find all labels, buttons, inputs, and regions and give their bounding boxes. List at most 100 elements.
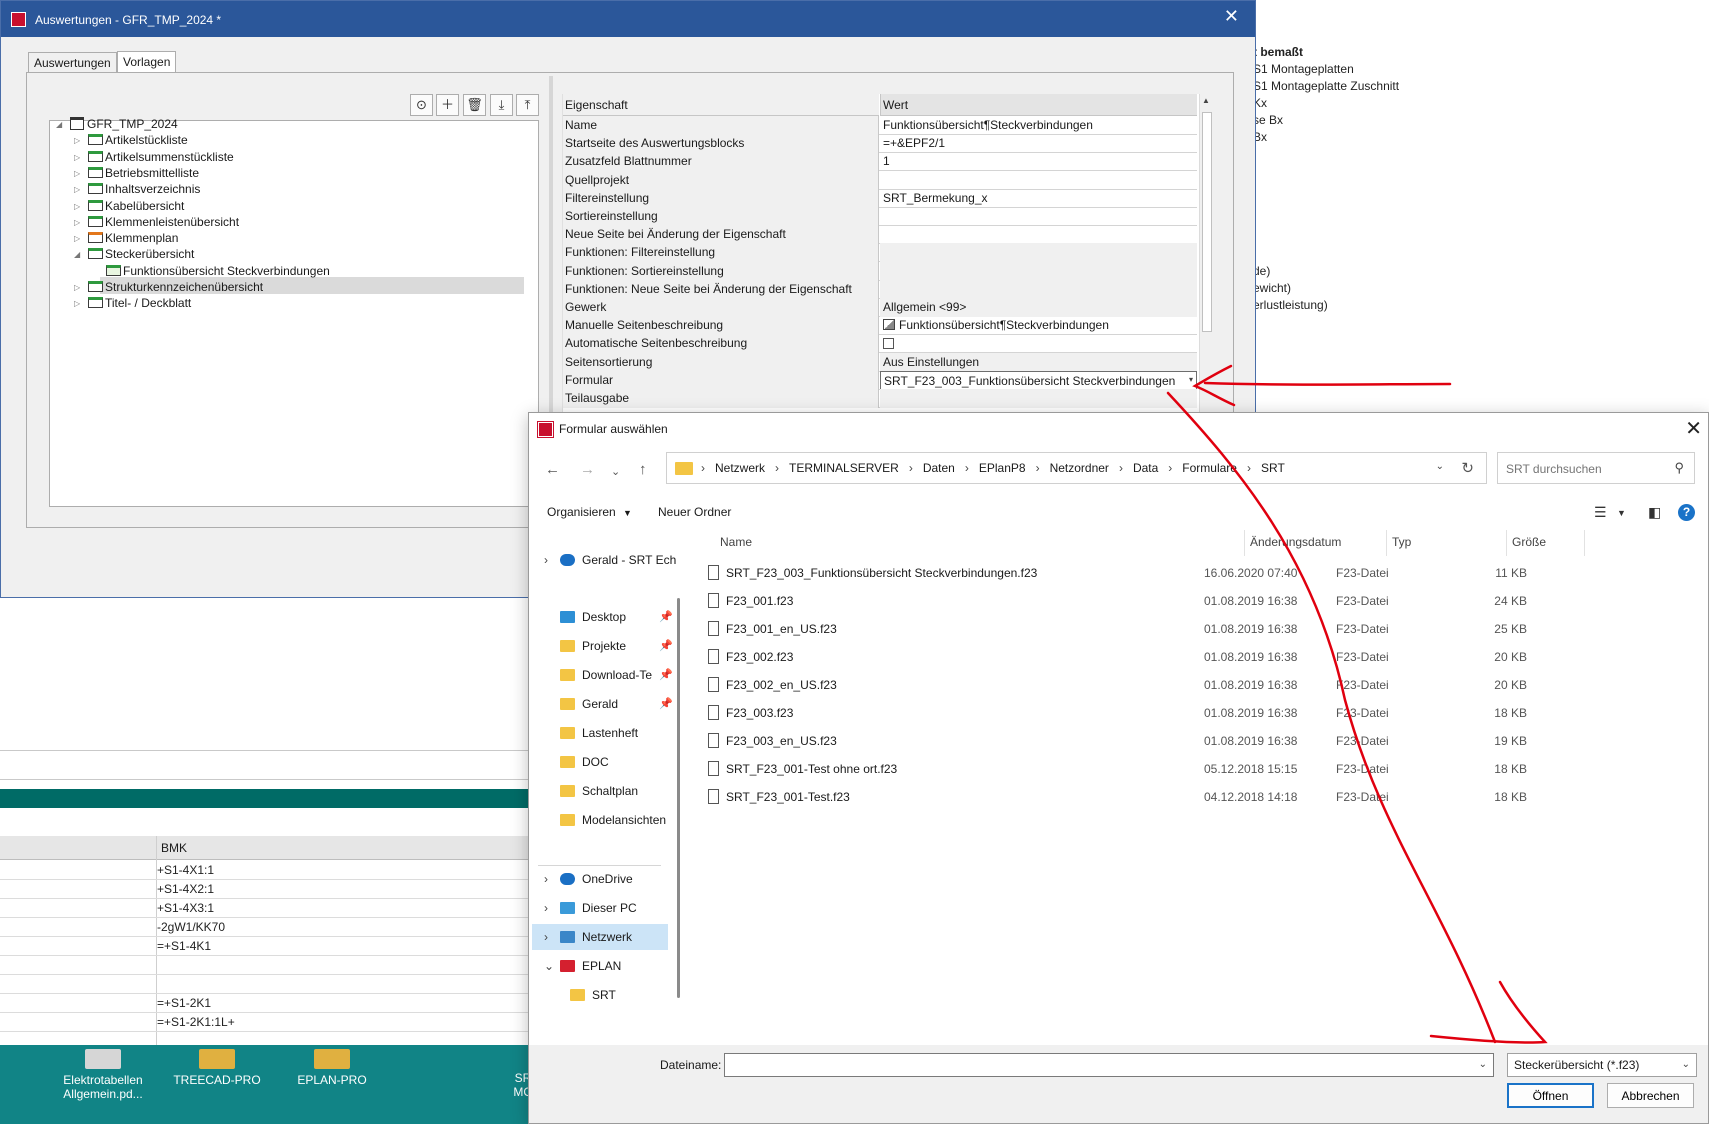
expand-icon[interactable]: ▷ [74, 230, 80, 247]
property-row[interactable]: Funktionen: Neue Seite bei Änderung der … [563, 279, 1197, 299]
expand-icon[interactable]: ▷ [74, 198, 80, 215]
property-value[interactable] [880, 261, 1197, 281]
chevron-right-icon[interactable]: › [544, 895, 548, 921]
table-row[interactable]: +S1-4X1:1 [0, 861, 530, 880]
property-row[interactable]: Zusatzfeld Blattnummer 1 [563, 152, 1197, 172]
expand-icon[interactable]: ▷ [74, 132, 80, 149]
tree-item[interactable]: ◢ Steckerübersicht [74, 246, 194, 263]
chevron-down-icon[interactable]: ⌄ [1479, 1059, 1487, 1070]
help-icon[interactable]: ? [1678, 504, 1695, 521]
file-row[interactable]: F23_002.f23 01.08.2019 16:38 F23-Datei 20 K… [700, 644, 1600, 670]
file-row[interactable]: F23_001.f23 01.08.2019 16:38 F23-Datei 24 K… [700, 588, 1600, 614]
property-value[interactable]: Funktionsübersicht¶Steckverbindungen [880, 316, 1197, 335]
tree-item[interactable]: ▷ Strukturkennzeichenübersicht [74, 279, 263, 296]
nav-item[interactable]: Desktop 📌 [532, 604, 682, 630]
breadcrumb-separator[interactable]: › [1119, 461, 1123, 475]
property-value[interactable] [880, 207, 1197, 226]
property-value[interactable] [880, 334, 1197, 353]
breadcrumb-separator[interactable]: › [965, 461, 969, 475]
tree-root[interactable]: ◢ GFR_TMP_2024 [56, 116, 178, 133]
nav-item[interactable]: › OneDrive [532, 866, 682, 892]
breadcrumb-item[interactable]: Formulare [1182, 461, 1237, 475]
property-header-key[interactable]: Eigenschaft [563, 94, 879, 116]
property-row[interactable]: Funktionen: Sortiereinstellung [563, 261, 1197, 281]
column-divider[interactable] [1244, 530, 1245, 556]
chevron-down-icon[interactable]: ▼ [1617, 508, 1626, 518]
property-row[interactable]: Startseite des Auswertungsblocks =+&EPF2/… [563, 134, 1197, 154]
column-divider[interactable] [1584, 530, 1585, 556]
tab-auswertungen[interactable]: Auswertungen [28, 52, 117, 73]
organize-menu[interactable]: Organisieren ▼ [547, 505, 632, 519]
tree-item[interactable]: ▷ Kabelübersicht [74, 198, 184, 215]
property-row[interactable]: Funktionen: Filtereinstellung [563, 243, 1197, 263]
breadcrumb-separator[interactable]: › [1168, 461, 1172, 475]
preview-pane-icon[interactable]: ◧ [1648, 504, 1661, 521]
chevron-right-icon[interactable]: › [544, 866, 548, 892]
tree-item[interactable]: ▷ Klemmenplan [74, 230, 178, 247]
search-box[interactable]: ⚲ [1497, 452, 1695, 484]
nav-scrollbar[interactable] [677, 598, 680, 998]
nav-item[interactable]: Download-Te 📌 [532, 662, 682, 688]
breadcrumb-separator[interactable]: › [909, 461, 913, 475]
table-row[interactable]: +S1-4X2:1 [0, 880, 530, 899]
table-row[interactable] [0, 956, 530, 975]
property-row[interactable]: Filtereinstellung SRT_Bermekung_x [563, 188, 1197, 208]
breadcrumb-item[interactable]: TERMINALSERVER [789, 461, 899, 475]
property-value[interactable] [880, 279, 1197, 299]
table-row[interactable]: =+S1-4K1 [0, 937, 530, 956]
column-header-type[interactable]: Typ [1392, 535, 1411, 549]
nav-item[interactable]: › Gerald - SRT Ech [532, 547, 682, 573]
desktop-icon-treecad[interactable]: TREECAD-PRO [172, 1049, 262, 1087]
pin-icon[interactable]: 📌 [659, 633, 673, 659]
property-row[interactable]: Quellprojekt [563, 170, 1197, 190]
pin-icon[interactable]: 📌 [659, 691, 673, 717]
property-value[interactable] [880, 225, 1197, 244]
expand-icon[interactable]: ▷ [74, 279, 80, 296]
breadcrumb-item[interactable]: Data [1133, 461, 1158, 475]
property-row[interactable]: Name Funktionsübersicht¶Steckverbindungen [563, 116, 1197, 135]
property-header-value[interactable]: Wert [880, 94, 1197, 116]
table-row[interactable]: -2gW1/KK70 [0, 918, 530, 937]
property-value[interactable]: 1 [880, 152, 1197, 171]
delete-button[interactable]: 🗑 [463, 94, 486, 116]
up-icon[interactable]: ↑ [639, 461, 647, 478]
property-value[interactable]: Aus Einstellungen [880, 352, 1197, 372]
expand-icon[interactable]: ▷ [74, 295, 80, 312]
column-header-name[interactable]: Name [720, 535, 752, 549]
file-row[interactable]: F23_003_en_US.f23 01.08.2019 16:38 F23-Dat… [700, 728, 1600, 754]
window-titlebar[interactable]: Auswertungen - GFR_TMP_2024 * ✕ [1, 1, 1255, 37]
pin-icon[interactable]: 📌 [659, 604, 673, 630]
property-row[interactable]: Automatische Seitenbeschreibung [563, 334, 1197, 354]
run-button[interactable]: ⊙ [410, 94, 433, 116]
close-icon[interactable]: ✕ [1685, 416, 1702, 441]
refresh-icon[interactable]: ↻ [1461, 459, 1474, 477]
property-value[interactable] [880, 171, 1197, 190]
file-row[interactable]: F23_002_en_US.f23 01.08.2019 16:38 F23-Dat… [700, 672, 1600, 698]
breadcrumb-item[interactable]: SRT [1261, 461, 1285, 475]
chevron-right-icon[interactable]: › [544, 924, 548, 950]
cancel-button[interactable]: Abbrechen [1607, 1083, 1694, 1108]
file-row[interactable]: SRT_F23_001-Test ohne ort.f23 05.12.2018 … [700, 756, 1600, 782]
pin-icon[interactable]: 📌 [659, 662, 673, 688]
scroll-up-icon[interactable]: ▲ [1202, 96, 1210, 105]
collapse-icon[interactable]: ◢ [74, 246, 80, 263]
chevron-down-icon[interactable]: ▾ [1189, 375, 1193, 384]
breadcrumb-item[interactable]: Netzwerk [715, 461, 765, 475]
scrollbar-thumb[interactable] [1202, 112, 1212, 332]
chevron-down-icon[interactable]: ⌄ [1436, 461, 1444, 472]
breadcrumb-item[interactable]: Netzordner [1050, 461, 1109, 475]
tree-item[interactable]: Funktionsübersicht Steckverbindungen [106, 263, 330, 280]
property-row[interactable]: Manuelle Seitenbeschreibung Funktionsüber… [563, 316, 1197, 336]
tree-item[interactable]: ▷ Inhaltsverzeichnis [74, 181, 200, 198]
expand-icon[interactable]: ▷ [74, 149, 80, 166]
property-row[interactable]: Seitensortierung Aus Einstellungen [563, 352, 1197, 372]
collapse-icon[interactable]: ◢ [56, 116, 62, 133]
file-row[interactable]: SRT_F23_003_Funktionsübersicht Steckverb… [700, 560, 1600, 586]
export-button[interactable]: ⤒ [516, 94, 539, 116]
property-row[interactable]: Gewerk Allgemein <99> [563, 298, 1197, 317]
view-options-icon[interactable]: ☰ [1594, 504, 1607, 521]
property-row[interactable]: Neue Seite bei Änderung der Eigenschaft [563, 225, 1197, 245]
property-row[interactable]: Sortiereinstellung [563, 207, 1197, 226]
property-value[interactable]: Funktionsübersicht¶Steckverbindungen [880, 116, 1197, 135]
dialog-titlebar[interactable]: Formular auswählen ✕ [529, 413, 1708, 445]
